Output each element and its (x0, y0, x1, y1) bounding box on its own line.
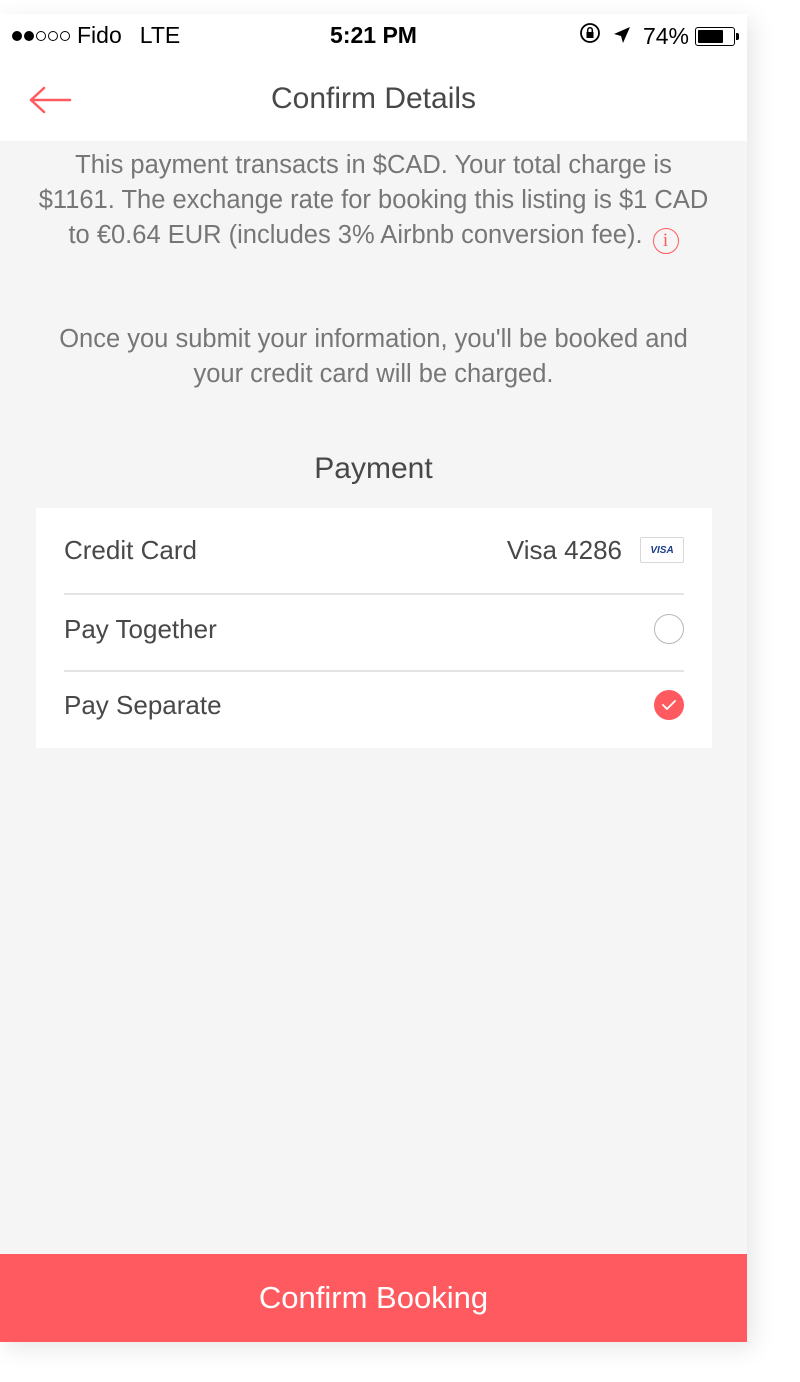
confirm-booking-button[interactable]: Confirm Booking (0, 1254, 747, 1342)
pay-separate-label: Pay Separate (64, 689, 222, 720)
battery-icon (695, 26, 739, 46)
navigation-bar: Confirm Details (0, 58, 747, 141)
card-info: Visa 4286 VISA (507, 535, 684, 566)
payment-section-title: Payment (314, 452, 433, 485)
credit-card-label: Credit Card (64, 534, 197, 565)
status-bar: Fido LTE 5:21 PM 74% (0, 14, 747, 58)
pay-separate-option[interactable]: Pay Separate (64, 666, 684, 744)
info-circle-icon[interactable]: i (652, 228, 679, 254)
payment-options-card: Credit Card Visa 4286 VISA Pay Together … (36, 508, 712, 748)
credit-card-row[interactable]: Credit Card Visa 4286 VISA (64, 508, 684, 592)
exchange-rate-notice: This payment transacts in $CAD. Your tot… (36, 148, 711, 254)
exchange-rate-text: This payment transacts in $CAD. Your tot… (38, 151, 709, 249)
phone-screen: Fido LTE 5:21 PM 74% Confirm Details Thi… (0, 14, 747, 1342)
orientation-lock-icon (579, 22, 601, 50)
battery-percent: 74% (642, 22, 689, 49)
location-arrow-icon (613, 23, 631, 50)
checkmark-icon (662, 700, 676, 710)
status-indicators: 74% (579, 22, 739, 50)
radio-checked-icon[interactable] (654, 690, 684, 720)
battery-fill (698, 29, 724, 43)
pay-together-label: Pay Together (64, 613, 217, 644)
visa-card-icon: VISA (640, 537, 684, 563)
page-title: Confirm Details (270, 82, 477, 115)
card-number: Visa 4286 (506, 534, 622, 565)
radio-unchecked-icon[interactable] (654, 614, 684, 644)
pay-together-option[interactable]: Pay Together (64, 590, 684, 668)
booking-notice: Once you submit your information, you'll… (59, 325, 688, 388)
